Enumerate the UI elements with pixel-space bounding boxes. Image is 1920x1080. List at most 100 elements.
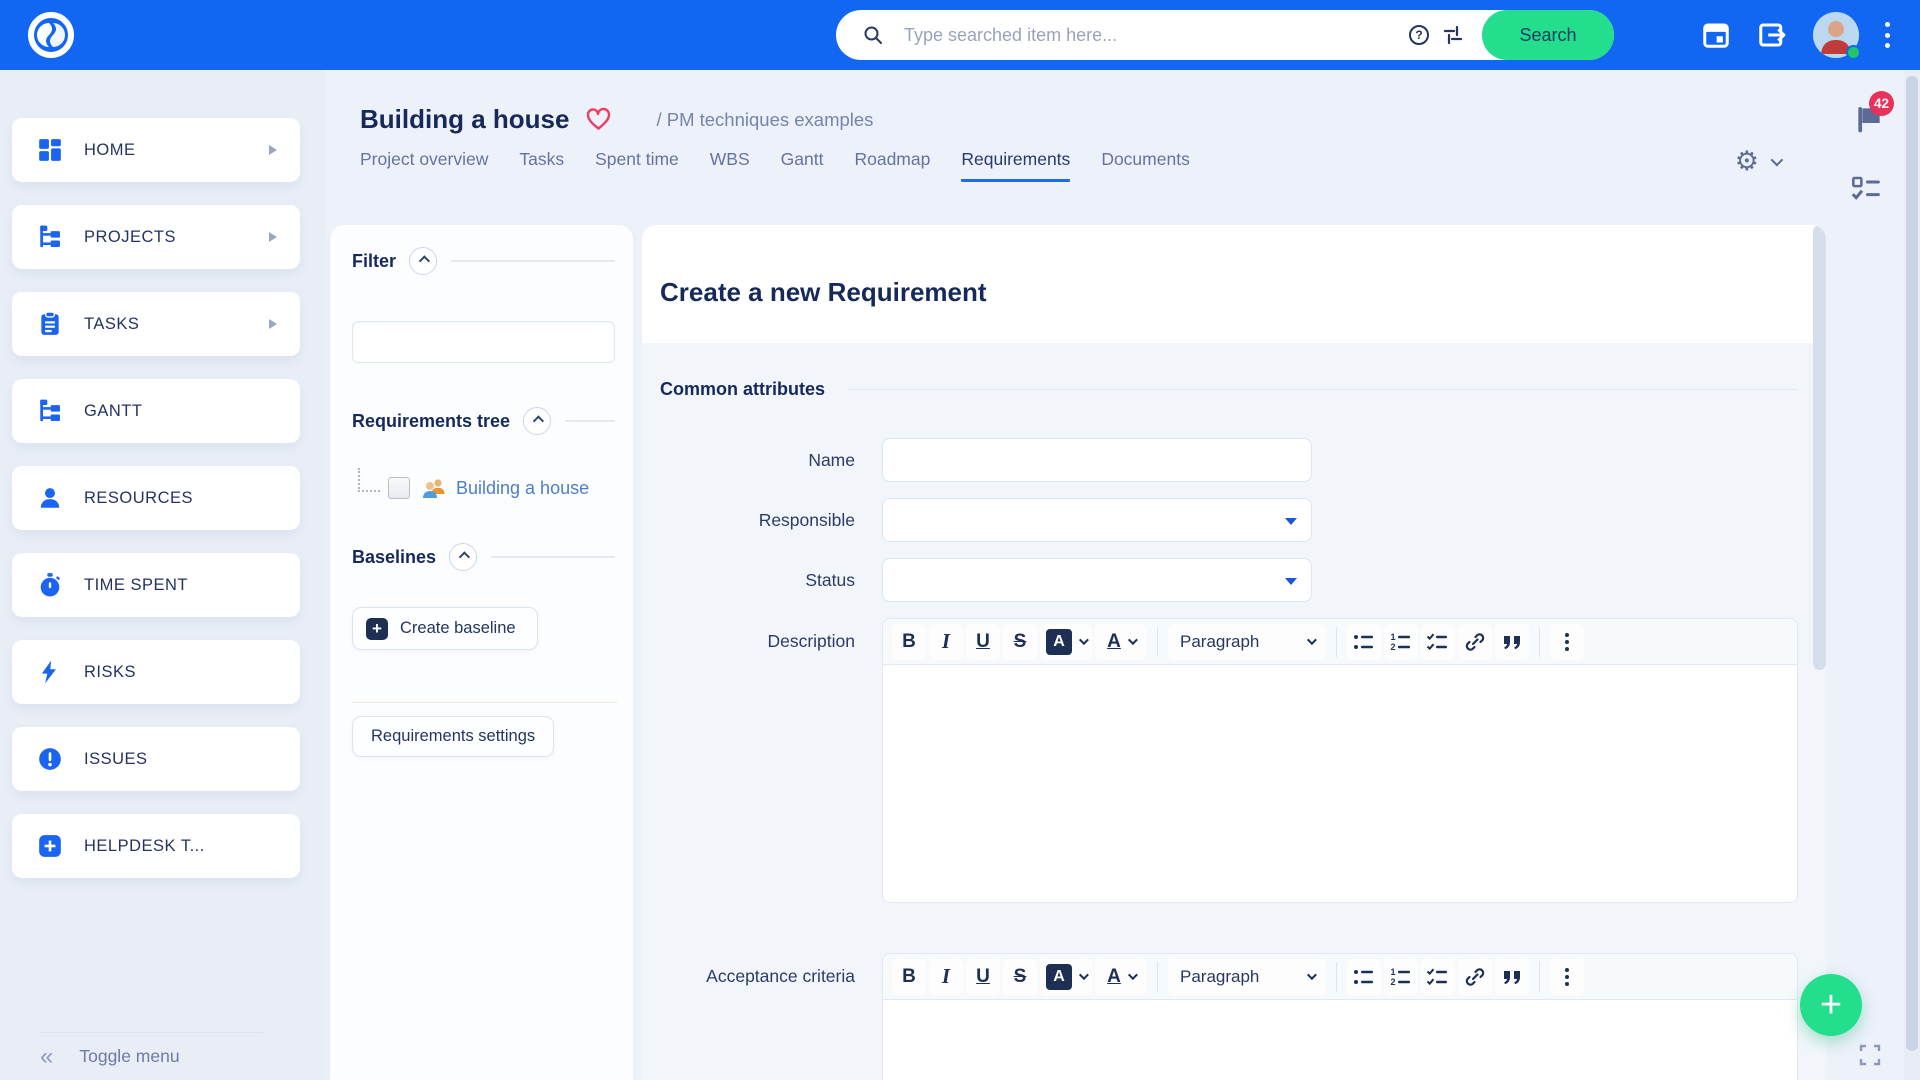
- sidebar-item-helpdesk[interactable]: HELPDESK T...: [12, 814, 300, 878]
- search-button[interactable]: Search: [1482, 10, 1614, 60]
- sidebar-item-issues[interactable]: ISSUES: [12, 727, 300, 791]
- sidebar-item-gantt[interactable]: GANTT: [12, 379, 300, 443]
- favorite-heart-icon[interactable]: [585, 107, 612, 132]
- bold-button[interactable]: B: [892, 959, 926, 995]
- paragraph-style-dropdown[interactable]: Paragraph: [1168, 624, 1326, 660]
- more-menu-icon[interactable]: [1885, 18, 1890, 52]
- toolbar-more-icon[interactable]: [1550, 959, 1584, 995]
- status-select[interactable]: [882, 558, 1312, 602]
- sidebar-item-label: GANTT: [84, 402, 142, 421]
- chevron-down-icon: [1128, 970, 1138, 980]
- sidebar-item-label: ISSUES: [84, 750, 148, 769]
- sidebar-item-risks[interactable]: RISKS: [12, 640, 300, 704]
- name-field[interactable]: [882, 438, 1312, 482]
- user-avatar[interactable]: [1813, 12, 1859, 58]
- italic-button[interactable]: I: [929, 959, 963, 995]
- description-toolbar: B I U S A A: [882, 618, 1798, 665]
- gear-icon: ⚙: [1735, 148, 1759, 175]
- online-status-dot: [1846, 45, 1861, 60]
- form-scrollbar-thumb[interactable]: [1813, 225, 1826, 670]
- tab-gantt[interactable]: Gantt: [781, 149, 824, 182]
- toolbar-more-icon[interactable]: [1550, 624, 1584, 660]
- underline-button[interactable]: U: [966, 959, 1000, 995]
- group-people-icon: [421, 475, 447, 501]
- name-label: Name: [642, 438, 855, 482]
- strikethrough-button[interactable]: S: [1003, 959, 1037, 995]
- description-editor: B I U S A A: [882, 618, 1798, 903]
- sidebar-item-time-spent[interactable]: TIME SPENT: [12, 553, 300, 617]
- font-background-button[interactable]: A: [1040, 624, 1092, 660]
- bold-button[interactable]: B: [892, 624, 926, 660]
- description-textarea[interactable]: [882, 665, 1798, 903]
- paragraph-style-dropdown[interactable]: Paragraph: [1168, 959, 1326, 995]
- sidebar-item-resources[interactable]: RESOURCES: [12, 466, 300, 530]
- font-background-button[interactable]: A: [1040, 959, 1092, 995]
- tab-tasks[interactable]: Tasks: [519, 149, 564, 182]
- app-logo-icon[interactable]: [26, 10, 76, 60]
- link-button[interactable]: [1458, 959, 1492, 995]
- blockquote-button[interactable]: [1495, 624, 1529, 660]
- numbered-list-button[interactable]: 12: [1384, 959, 1418, 995]
- logout-export-icon[interactable]: [1757, 20, 1787, 50]
- responsible-select[interactable]: [882, 498, 1312, 542]
- filter-collapse-button[interactable]: [409, 247, 437, 275]
- italic-button[interactable]: I: [929, 624, 963, 660]
- global-search-bar: ? Search: [836, 10, 1614, 60]
- sidebar-item-label: HELPDESK T...: [84, 837, 205, 856]
- font-color-button[interactable]: A: [1095, 624, 1147, 660]
- breadcrumb[interactable]: / PM techniques examples: [656, 109, 873, 131]
- sidebar-item-projects[interactable]: PROJECTS: [12, 205, 300, 269]
- search-input[interactable]: [904, 25, 1402, 46]
- filter-panel: Filter Requirements tree: [330, 225, 633, 1080]
- calendar-icon[interactable]: [1701, 20, 1731, 50]
- divider: [847, 389, 1798, 391]
- requirements-settings-button[interactable]: Requirements settings: [352, 716, 554, 757]
- checklist-button[interactable]: [1421, 959, 1455, 995]
- home-grid-icon: [37, 137, 63, 163]
- tab-wbs[interactable]: WBS: [710, 149, 750, 182]
- link-button[interactable]: [1458, 624, 1492, 660]
- toolbar-separator: [1157, 627, 1158, 657]
- page-scrollbar-thumb[interactable]: [1906, 76, 1918, 1051]
- toolbar-separator: [1539, 962, 1540, 992]
- blockquote-button[interactable]: [1495, 959, 1529, 995]
- quick-checklist-button[interactable]: [1851, 176, 1881, 207]
- sidebar-item-tasks[interactable]: TASKS: [12, 292, 300, 356]
- top-bar: ? Search: [0, 0, 1920, 70]
- toggle-menu-button[interactable]: « Toggle menu: [40, 1032, 263, 1080]
- tab-project-overview[interactable]: Project overview: [360, 149, 488, 182]
- tab-spent-time[interactable]: Spent time: [595, 149, 679, 182]
- search-filters-icon[interactable]: [1436, 18, 1470, 52]
- svg-text:1: 1: [1391, 632, 1396, 642]
- page-scrollbar[interactable]: [1904, 70, 1920, 1080]
- add-new-fab[interactable]: +: [1800, 974, 1862, 1036]
- checklist-button[interactable]: [1421, 624, 1455, 660]
- tab-documents[interactable]: Documents: [1101, 149, 1190, 182]
- numbered-list-button[interactable]: 12: [1384, 624, 1418, 660]
- tree-item-link[interactable]: Building a house: [456, 478, 589, 499]
- flagged-items-button[interactable]: 42: [1853, 103, 1885, 140]
- bullet-list-button[interactable]: [1347, 959, 1381, 995]
- create-baseline-button[interactable]: + Create baseline: [352, 607, 538, 650]
- divider: [565, 420, 615, 422]
- time-spent-stopwatch-icon: [37, 572, 63, 598]
- strikethrough-button[interactable]: S: [1003, 624, 1037, 660]
- filter-input[interactable]: [352, 321, 615, 363]
- divider: [352, 702, 617, 703]
- svg-text:2: 2: [1391, 642, 1396, 652]
- chevron-down-icon: [1079, 635, 1089, 645]
- font-color-button[interactable]: A: [1095, 959, 1147, 995]
- tree-collapse-button[interactable]: [523, 407, 551, 435]
- underline-button[interactable]: U: [966, 624, 1000, 660]
- baselines-collapse-button[interactable]: [449, 543, 477, 571]
- page-settings-menu[interactable]: ⚙: [1735, 148, 1780, 175]
- sidebar-item-home[interactable]: HOME: [12, 118, 300, 182]
- bullet-list-button[interactable]: [1347, 624, 1381, 660]
- tree-item-checkbox[interactable]: [388, 477, 410, 499]
- fullscreen-expand-icon[interactable]: [1859, 1044, 1881, 1071]
- search-help-icon[interactable]: ?: [1402, 18, 1436, 52]
- sidebar-item-label: PROJECTS: [84, 228, 176, 247]
- acceptance-criteria-textarea[interactable]: [882, 1000, 1798, 1080]
- tab-requirements[interactable]: Requirements: [961, 149, 1070, 182]
- tab-roadmap[interactable]: Roadmap: [854, 149, 930, 182]
